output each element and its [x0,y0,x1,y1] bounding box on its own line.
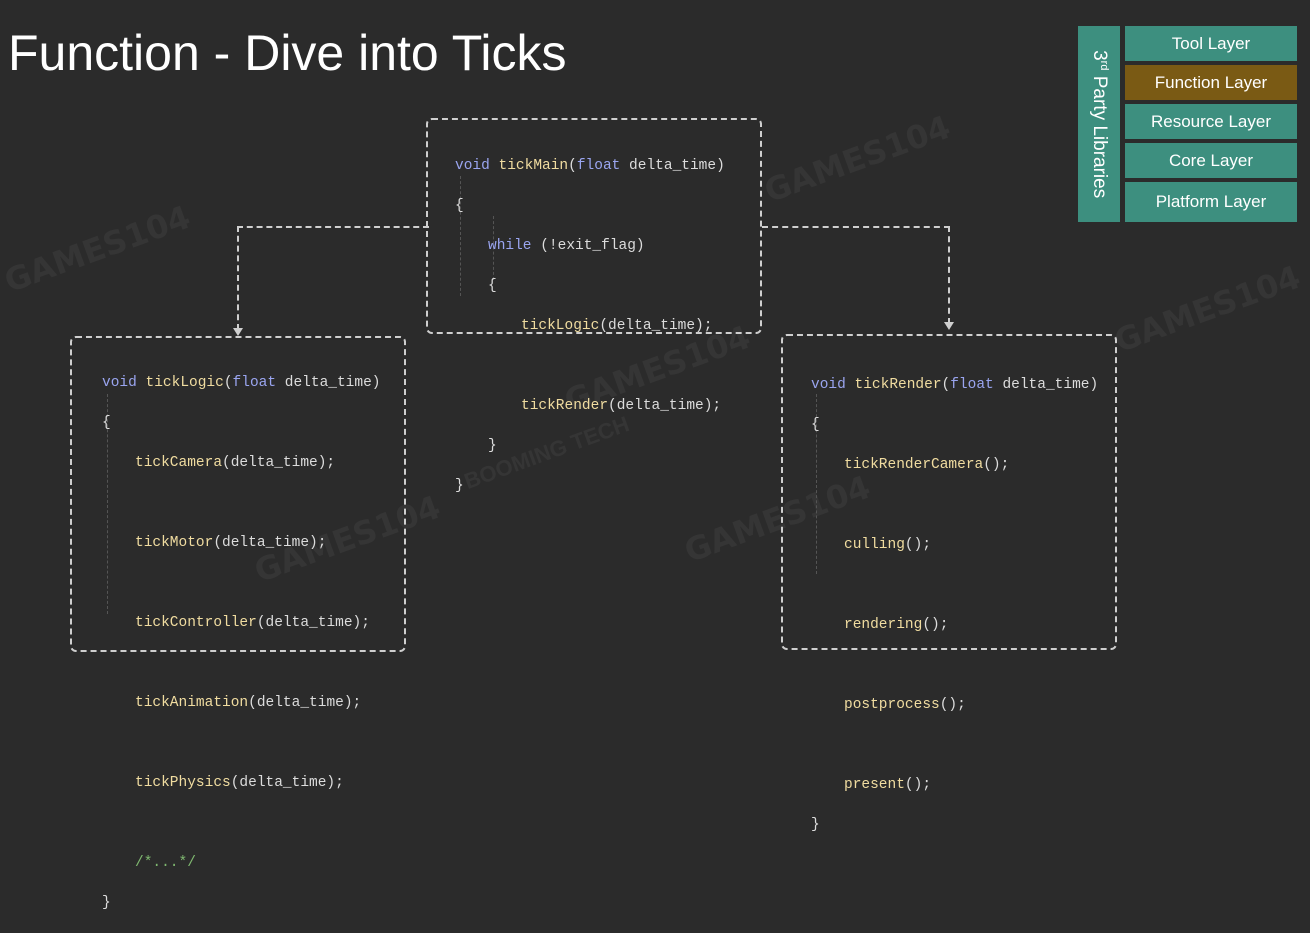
arrow-left [233,328,243,336]
code-line: rendering(); [844,617,949,633]
page-title: Function - Dive into Ticks [8,25,567,81]
watermark: GAMES104 [0,197,196,301]
code-line: while (!exit_flag) [488,238,645,254]
layer-platform: Platform Layer [1125,182,1297,222]
tick-render-code: void tickRender(float delta_time) { tick… [811,355,1098,855]
code-line: { [811,417,820,433]
code-line: tickRender(delta_time); [521,398,722,414]
layer-function: Function Layer [1125,65,1297,100]
code-line: tickRenderCamera(); [844,457,1010,473]
code-line: void tickMain(float delta_time) [455,158,725,174]
code-line: /*...*/ [135,855,196,871]
layer-core: Core Layer [1125,143,1297,178]
watermark: GAMES104 [759,107,956,211]
connector-left [237,226,429,330]
code-line: present(); [844,777,932,793]
code-line: culling(); [844,537,932,553]
watermark: GAMES104 [1109,257,1306,361]
code-line: } [102,895,111,911]
code-line: tickCamera(delta_time); [135,455,336,471]
tick-logic-code: void tickLogic(float delta_time) { tickC… [102,353,380,933]
code-line: void tickLogic(float delta_time) [102,375,381,391]
code-line: tickPhysics(delta_time); [135,775,344,791]
third-party-libraries-label: 3rd Party Libraries [1088,49,1111,199]
code-line: postprocess(); [844,697,966,713]
code-line: { [455,198,464,214]
code-line: tickAnimation(delta_time); [135,695,362,711]
code-line: tickLogic(delta_time); [521,318,713,334]
code-line: { [102,415,111,431]
arrow-right [944,322,954,330]
code-line: tickController(delta_time); [135,615,370,631]
third-party-libraries-box: 3rd Party Libraries [1078,26,1120,222]
layer-resource: Resource Layer [1125,104,1297,139]
layer-tool: Tool Layer [1125,26,1297,61]
code-line: tickMotor(delta_time); [135,535,327,551]
code-line: { [488,278,497,294]
code-line: } [811,817,820,833]
connector-right [762,226,950,324]
code-line: void tickRender(float delta_time) [811,377,1099,393]
